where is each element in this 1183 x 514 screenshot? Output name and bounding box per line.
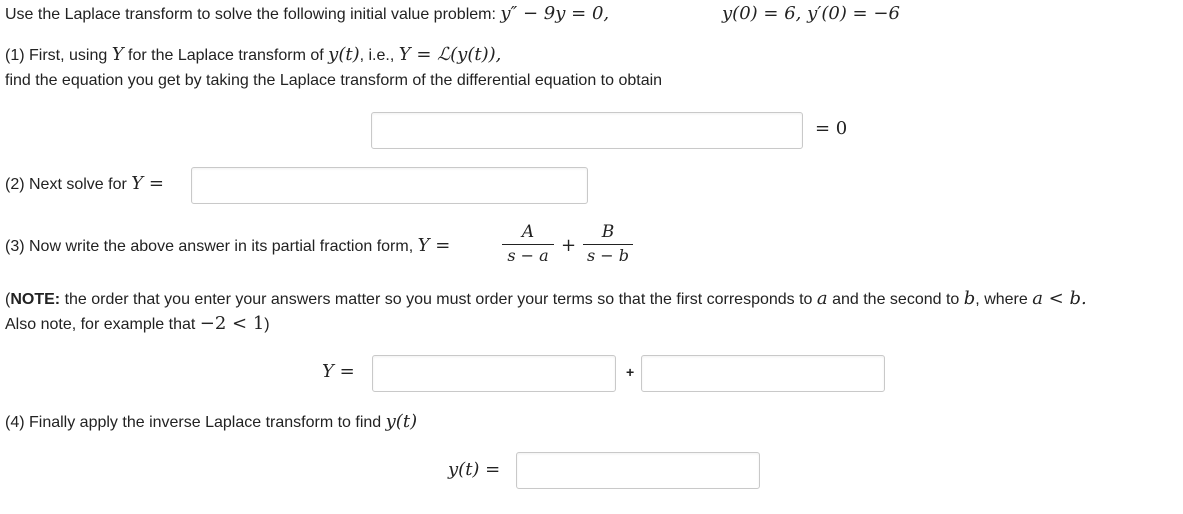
part1-ie: , i.e., (359, 47, 395, 64)
part2-label: (2) Next solve for (5, 176, 127, 193)
initial-conditions: y(0) = 6, y′(0) = −6 (722, 3, 900, 24)
part4-label-row: (4) Finally apply the inverse Laplace tr… (5, 411, 417, 434)
part4-label: (4) Finally apply the inverse Laplace tr… (5, 414, 382, 431)
note-line2-math: −2 < 1 (199, 313, 265, 334)
part2-label-row: (2) Next solve for Y = (5, 173, 164, 196)
note-line1: (NOTE: the order that you enter your ans… (5, 288, 1087, 311)
solve-Y-input[interactable] (191, 167, 588, 204)
fraction-B-denominator: s − b (586, 246, 630, 265)
part2-Y-eq: Y = (131, 173, 164, 194)
part4-yt: y(t) (385, 411, 418, 432)
note-text: the order that you enter your answers ma… (64, 291, 813, 308)
answer-plus: + (626, 364, 635, 380)
note-where: , where (975, 291, 1028, 308)
problem-intro: Use the Laplace transform to solve the f… (5, 6, 496, 23)
fraction-plus: + (561, 235, 577, 256)
part1-yt: y(t) (328, 44, 360, 65)
fraction-B: B s − b (583, 221, 633, 265)
note-bold: NOTE: (10, 291, 61, 308)
note-inequality: a < b. (1032, 288, 1087, 309)
note-line2-text: Also note, for example that (5, 316, 196, 333)
equals-zero: = 0 (815, 118, 848, 139)
fraction-A: A s − a (502, 221, 554, 265)
fraction-B-numerator: B (601, 222, 615, 242)
part1-mid: for the Laplace transform of (128, 47, 324, 64)
fraction-A-numerator: A (521, 222, 535, 242)
note-a: a (816, 288, 828, 309)
part1-line1: (1) First, using Y for the Laplace trans… (5, 44, 501, 67)
part3-Y-eq: Y = (417, 235, 451, 256)
laplace-equation-input[interactable] (371, 112, 803, 149)
part1-definition: Y = ℒ(y(t)), (398, 44, 502, 65)
problem-statement: Use the Laplace transform to solve the f… (5, 3, 609, 26)
note-line2: Also note, for example that −2 < 1) (5, 313, 270, 336)
part3-label: (3) Now write the above answer in its pa… (5, 238, 414, 255)
answer-yt-eq: y(t) = (448, 459, 501, 480)
part1-line2: find the equation you get by taking the … (5, 72, 663, 89)
yt-input[interactable] (516, 452, 760, 489)
answer-Y-eq: Y = (322, 361, 355, 382)
note-b: b (963, 288, 976, 309)
partial-A-input[interactable] (372, 355, 616, 392)
note-and-text: and the second to (832, 291, 960, 308)
part1-prefix: (1) First, using (5, 47, 108, 64)
part3-label-row: (3) Now write the above answer in its pa… (5, 235, 450, 258)
part1-Y-symbol: Y (111, 44, 124, 65)
problem-ode: y″ − 9y = 0, (500, 3, 610, 24)
note-close-paren: ) (264, 316, 270, 333)
partial-B-input[interactable] (641, 355, 885, 392)
fraction-A-denominator: s − a (507, 246, 549, 265)
